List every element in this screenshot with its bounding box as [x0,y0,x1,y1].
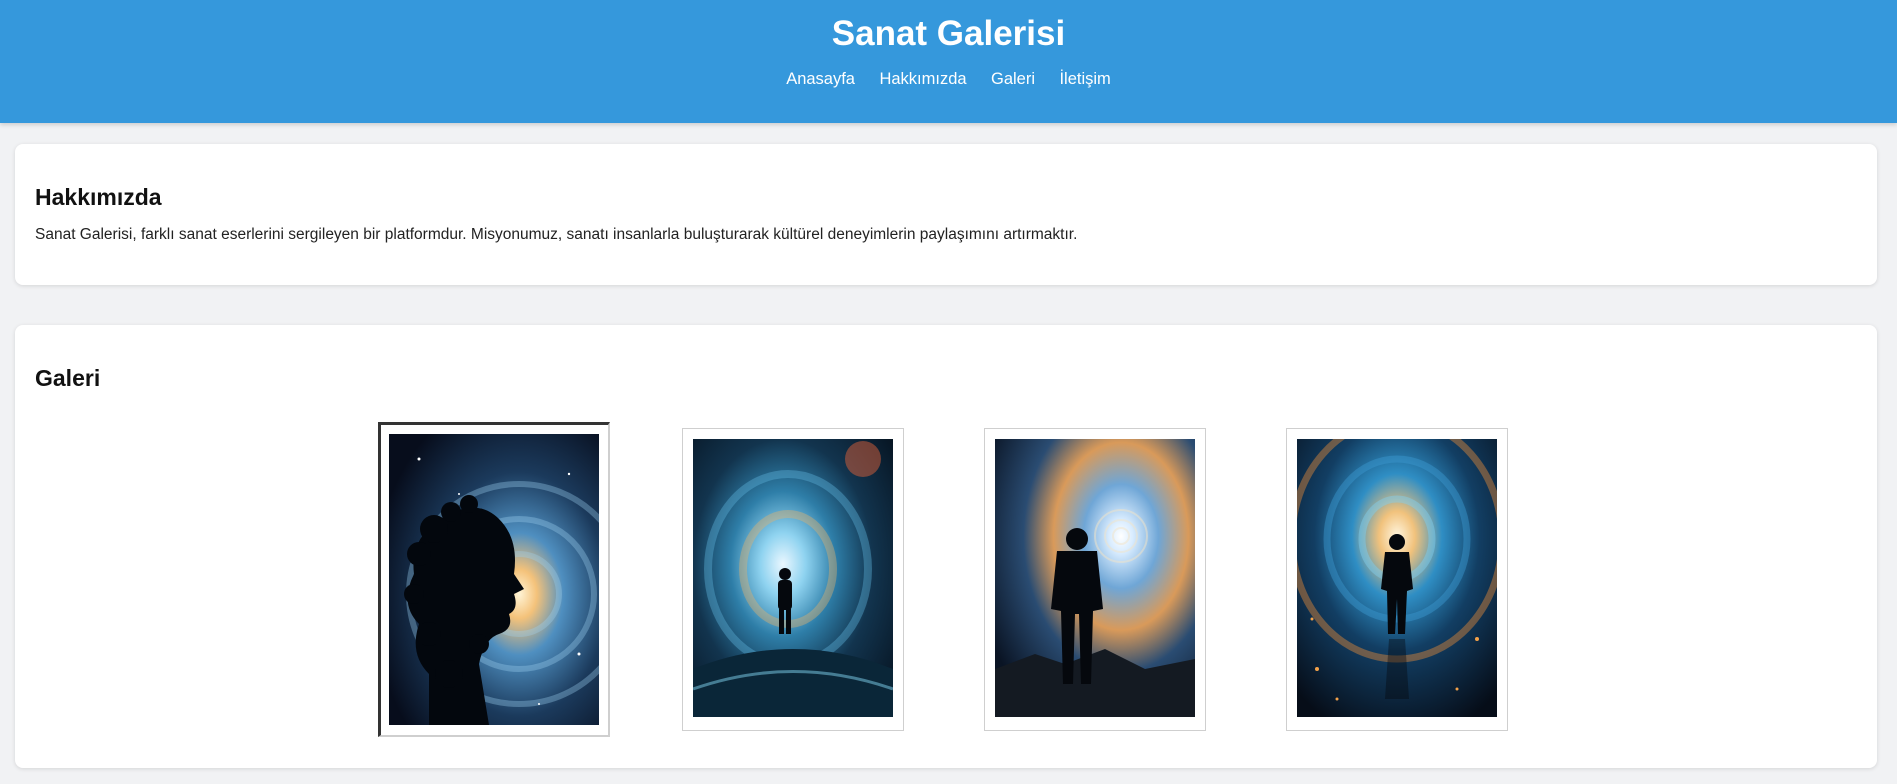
nav-link-about[interactable]: Hakkımızda [879,70,966,89]
about-section: Hakkımızda Sanat Galerisi, farklı sanat … [15,144,1877,285]
nav-link-contact[interactable]: İletişim [1059,70,1110,89]
artwork-image-4 [1297,439,1497,717]
artwork-card-2[interactable] [682,428,904,731]
nav-link-gallery[interactable]: Galeri [991,70,1035,89]
about-heading: Hakkımızda [35,184,162,210]
artwork-card-3[interactable] [984,428,1206,731]
artwork-image-3 [995,439,1195,717]
main-nav: Anasayfa Hakkımızda Galeri İletişim [0,70,1897,89]
artwork-card-4[interactable] [1286,428,1508,731]
gallery-section: Galeri [15,325,1877,768]
artwork-image-1 [389,434,599,725]
site-title: Sanat Galerisi [831,14,1066,53]
gallery-heading: Galeri [35,365,101,391]
nav-link-home[interactable]: Anasayfa [786,70,855,89]
about-text: Sanat Galerisi, farklı sanat eserlerini … [35,226,1078,243]
artwork-card-1[interactable] [378,422,610,737]
artwork-image-2 [693,439,893,717]
site-header: Sanat Galerisi Anasayfa Hakkımızda Galer… [0,0,1897,123]
